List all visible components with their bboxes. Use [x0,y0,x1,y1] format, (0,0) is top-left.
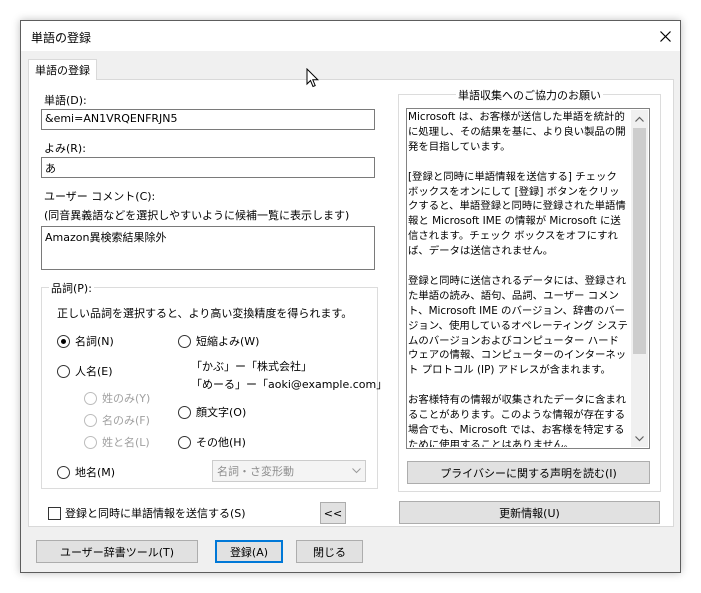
radio-place-name-indicator [57,465,70,479]
radio-surname-only-label: 姓のみ(Y) [102,392,151,405]
radio-given-only-label: 名のみ(F) [102,414,150,427]
short-reading-example-1: 「かぶ」ー「株式会社」 [191,360,312,373]
scroll-thumb[interactable] [633,128,646,354]
radio-surname-only-indicator [84,391,97,405]
radio-surname-given-label: 姓と名(L) [102,436,150,449]
radio-short-reading-label: 短縮よみ(W) [196,335,260,348]
pos-subtype-value: 名詞・さ変形動 [217,465,294,478]
comment-label: ユーザー コメント(C): [44,190,156,203]
pos-subtype-dropdown[interactable]: 名詞・さ変形動 [212,460,366,482]
user-dictionary-tool-button[interactable]: ユーザー辞書ツール(T) [36,540,198,563]
word-label: 単語(D): [44,94,87,107]
radio-given-only[interactable]: 名のみ(F) [84,412,150,428]
radio-place-name-label: 地名(M) [75,466,116,479]
close-icon [659,30,671,42]
radio-surname-given-indicator [84,435,97,449]
radio-place-name[interactable]: 地名(M) [57,464,115,480]
mouse-cursor-icon [306,68,319,88]
radio-person-name-label: 人名(E) [75,365,113,378]
scroll-down-button[interactable] [631,430,648,447]
radio-other-indicator [178,435,191,449]
info-paragraph: Microsoft は、お客様が送信した単語を統計的に処理し、その結果を基に、よ… [408,111,626,153]
radio-other-label: その他(H) [196,436,246,449]
info-paragraph: 登録と同時に送信されるデータには、登録された単語の読み、語句、品詞、ユーザー コ… [408,274,628,377]
radio-emoticon[interactable]: 顔文字(O) [178,404,246,420]
register-button[interactable]: 登録(A) [215,540,283,563]
info-scrollbar[interactable] [631,110,648,447]
radio-person-name[interactable]: 人名(E) [57,363,113,379]
info-text[interactable]: Microsoft は、お客様が送信した単語を統計的に処理し、その結果を基に、よ… [408,110,629,447]
update-info-button[interactable]: 更新情報(U) [399,501,660,524]
radio-emoticon-indicator [178,405,191,419]
short-reading-example-2: 「めーる」ー「aoki@example.com」 [191,378,388,391]
radio-noun-label: 名詞(N) [75,335,114,348]
privacy-statement-button[interactable]: プライバシーに関する声明を読む(I) [407,461,650,484]
send-word-info-checkbox-box [48,506,61,520]
pos-group-title: 品詞(P): [49,280,94,296]
title-bar: 単語の登録 [21,21,680,51]
scroll-up-button[interactable] [631,110,648,127]
radio-short-reading-indicator [178,334,191,348]
info-group-title: 単語収集へのご協力のお願い [456,87,603,103]
reading-input[interactable]: あ [41,157,375,178]
tab-register-word[interactable]: 単語の登録 [28,59,97,80]
pos-description: 正しい品詞を選択すると、より高い変換精度を得られます。 [57,307,353,320]
chevron-down-icon [352,468,361,474]
radio-surname-given[interactable]: 姓と名(L) [84,434,150,450]
radio-emoticon-label: 顔文字(O) [196,406,247,419]
radio-given-only-indicator [84,413,97,427]
close-button[interactable]: 閉じる [296,540,363,563]
radio-other[interactable]: その他(H) [178,434,246,450]
radio-short-reading[interactable]: 短縮よみ(W) [178,333,259,349]
comment-input[interactable]: Amazon異検索結果除外 [41,226,375,270]
send-word-info-checkbox[interactable]: 登録と同時に単語情報を送信する(S) [48,505,246,521]
chevron-up-icon [635,116,644,122]
window-title: 単語の登録 [31,31,92,45]
reading-label: よみ(R): [44,142,86,155]
radio-person-name-indicator [57,364,70,378]
radio-surname-only[interactable]: 姓のみ(Y) [84,390,150,406]
collapse-button[interactable]: << [320,502,346,524]
close-window-button[interactable] [650,21,680,51]
info-paragraph: お客様特有の情報が収集されたデータに含まれることがあります。このような情報が存在… [408,394,627,447]
send-word-info-label: 登録と同時に単語情報を送信する(S) [65,507,246,520]
radio-noun[interactable]: 名詞(N) [57,333,114,349]
radio-noun-indicator [57,334,70,348]
word-input[interactable]: &emi=AN1VRQENFRJN5 [41,109,375,130]
comment-hint: (同音異義語などを選択しやすいように候補一覧に表示します) [44,209,350,222]
info-paragraph: [登録と同時に単語情報を送信する] チェック ボックスをオンにして [登録] ボ… [408,170,626,258]
chevron-down-icon [635,435,644,441]
